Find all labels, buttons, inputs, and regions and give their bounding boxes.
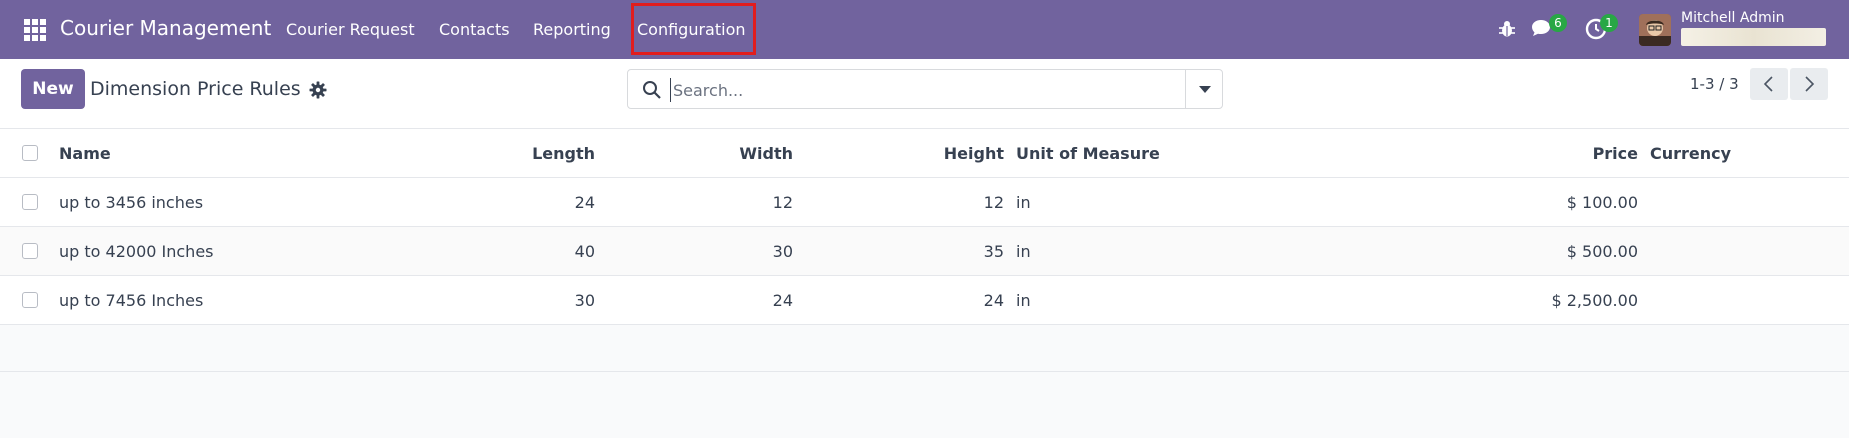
- list-view-table: Name Length Width Height Unit of Measure…: [0, 129, 1849, 372]
- select-all-checkbox[interactable]: [22, 129, 38, 177]
- search-input[interactable]: [670, 78, 1170, 102]
- avatar[interactable]: [1639, 14, 1671, 46]
- column-header-name[interactable]: Name: [59, 129, 111, 177]
- cell-height[interactable]: 24: [830, 276, 1004, 324]
- cell-width[interactable]: 30: [620, 227, 793, 275]
- column-header-currency[interactable]: Currency: [1650, 129, 1731, 177]
- cell-height[interactable]: 12: [830, 178, 1004, 226]
- search-options-toggle[interactable]: [1185, 70, 1222, 108]
- pager-next-button[interactable]: [1790, 68, 1828, 100]
- search-icon: [643, 81, 661, 99]
- search-bar: [627, 69, 1223, 109]
- cell-length[interactable]: 30: [420, 276, 595, 324]
- cell-width[interactable]: 24: [620, 276, 793, 324]
- table-row[interactable]: up to 42000 Inches 40 30 35 in $ 500.00: [0, 227, 1849, 276]
- table-header-row: Name Length Width Height Unit of Measure…: [0, 129, 1849, 178]
- column-header-unit-of-measure[interactable]: Unit of Measure: [1016, 129, 1160, 177]
- cell-name[interactable]: up to 3456 inches: [59, 178, 203, 226]
- control-panel: New Dimension Price Rules 1-3 / 3: [0, 59, 1849, 129]
- cell-price[interactable]: $ 500.00: [1400, 227, 1638, 275]
- cell-height[interactable]: 35: [830, 227, 1004, 275]
- new-button[interactable]: New: [21, 69, 85, 109]
- column-header-height[interactable]: Height: [830, 129, 1004, 177]
- cell-unit-of-measure[interactable]: in: [1016, 227, 1031, 275]
- row-checkbox[interactable]: [22, 227, 38, 275]
- column-header-width[interactable]: Width: [620, 129, 793, 177]
- cell-price[interactable]: $ 2,500.00: [1400, 276, 1638, 324]
- gear-icon[interactable]: [309, 81, 327, 99]
- cell-width[interactable]: 12: [620, 178, 793, 226]
- menu-courier-request[interactable]: Courier Request: [286, 20, 415, 39]
- row-checkbox[interactable]: [22, 276, 38, 324]
- apps-grid-icon[interactable]: [24, 19, 46, 41]
- cell-price[interactable]: $ 100.00: [1400, 178, 1638, 226]
- cell-name[interactable]: up to 42000 Inches: [59, 227, 214, 275]
- page-title: Dimension Price Rules: [90, 78, 301, 100]
- chevron-left-icon: [1763, 76, 1773, 92]
- user-name[interactable]: Mitchell Admin: [1681, 10, 1785, 26]
- cell-length[interactable]: 40: [420, 227, 595, 275]
- cell-unit-of-measure[interactable]: in: [1016, 178, 1031, 226]
- app-name[interactable]: Courier Management: [60, 16, 271, 40]
- top-navbar: Courier Management Courier Request Conta…: [0, 0, 1849, 59]
- menu-reporting[interactable]: Reporting: [533, 20, 611, 39]
- table-row[interactable]: up to 7456 Inches 30 24 24 in $ 2,500.00: [0, 276, 1849, 325]
- row-checkbox[interactable]: [22, 178, 38, 226]
- table-row[interactable]: up to 3456 inches 24 12 12 in $ 100.00: [0, 178, 1849, 227]
- configuration-highlight-box: [631, 3, 756, 55]
- messages-count-badge: 6: [1549, 14, 1567, 32]
- activities-count-badge: 1: [1600, 14, 1618, 32]
- menu-contacts[interactable]: Contacts: [439, 20, 510, 39]
- cell-name[interactable]: up to 7456 Inches: [59, 276, 203, 324]
- empty-table-filler-row: [0, 325, 1849, 372]
- bug-icon[interactable]: [1497, 19, 1517, 39]
- cell-unit-of-measure[interactable]: in: [1016, 276, 1031, 324]
- cell-length[interactable]: 24: [420, 178, 595, 226]
- column-header-length[interactable]: Length: [420, 129, 595, 177]
- pager-value[interactable]: 1-3 / 3: [1690, 75, 1739, 93]
- database-name-redacted: [1681, 28, 1826, 46]
- pager-previous-button[interactable]: [1750, 68, 1788, 100]
- chevron-right-icon: [1805, 76, 1815, 92]
- column-header-price[interactable]: Price: [1400, 129, 1638, 177]
